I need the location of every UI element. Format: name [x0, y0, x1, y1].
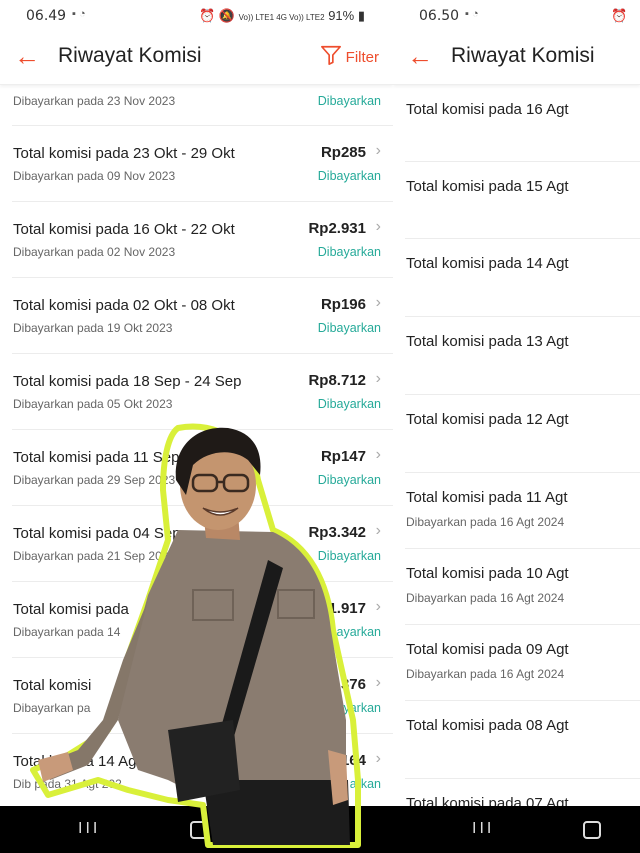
commission-amount: Rp196 — [320, 296, 366, 313]
status-bar: 06.50 ▪ ◔ ⏰ — [393, 0, 640, 32]
commission-list: Total komisi pada 16 Agt Total komisi pa… — [405, 85, 640, 850]
app-bar: ← Riwayat Komisi Filter — [0, 32, 393, 85]
commission-amount: Rp2.931 — [308, 220, 366, 237]
alarm-icon: ⏰ — [611, 8, 628, 23]
commission-row[interactable]: Total komisi pada 08 Agt — [405, 701, 640, 779]
commission-row[interactable]: Total komisi pada 18 Sep - 24 Sep Dibaya… — [12, 354, 393, 430]
filter-label: Filter — [345, 49, 379, 66]
commission-row[interactable]: Total komisi pada 12 Agt — [405, 395, 640, 473]
page-title: Riwayat Komisi — [58, 44, 202, 67]
commission-row[interactable]: Total komisi pada 23 Okt - 29 Okt Dibaya… — [12, 126, 393, 202]
chevron-right-icon: › — [375, 294, 381, 311]
person-photo-cutout — [30, 423, 361, 848]
status-badge: Dibayarkan — [317, 321, 381, 335]
commission-row[interactable]: Total komisi pada 11 Agt Dibayarkan pada… — [405, 473, 640, 549]
commission-row[interactable]: Total komisi pada 09 Agt Dibayarkan pada… — [405, 625, 640, 701]
mute-icon: 🔕 — [218, 8, 235, 23]
commission-row[interactable]: Total komisi pada 13 Agt — [405, 317, 640, 395]
payment-date: Dibayarkan pada 16 Agt 2024 — [406, 515, 565, 529]
commission-period: Total komisi pada 11 Agt — [406, 489, 568, 506]
chevron-right-icon: › — [375, 370, 381, 387]
commission-period: Total komisi pada 12 Agt — [406, 411, 569, 428]
commission-row[interactable]: Total komisi pada 02 Okt - 08 Okt Dibaya… — [12, 278, 393, 354]
commission-amount: Rp285 — [320, 144, 366, 161]
back-arrow-icon[interactable]: ← — [14, 42, 40, 70]
payment-date: Dibayarkan pada 16 Agt 2024 — [406, 591, 565, 605]
filter-icon — [320, 45, 341, 65]
payment-date: Dibayarkan pada 19 Okt 2023 — [13, 321, 173, 335]
commission-period: Total komisi pada 10 Agt — [406, 565, 569, 582]
commission-period: Total komisi pada 02 Okt - 08 Okt — [13, 297, 235, 314]
notification-icons: ▪ ◔ — [72, 8, 86, 20]
status-bar: 06.49 ▪ ◔ ⏰ 🔕 Vo)) LTE1 4G Vo)) LTE2 91%… — [0, 0, 393, 32]
commission-row[interactable]: Total komisi pada 16 Agt — [405, 85, 640, 162]
battery-level: 91% — [328, 8, 355, 23]
payment-date: Dibayarkan pada 16 Agt 2024 — [406, 667, 565, 681]
payment-date: Dibayarkan pada 23 Nov 2023 — [13, 94, 176, 108]
battery-icon: ▮ — [357, 8, 365, 23]
commission-period: Total komisi pada 14 Agt — [406, 255, 569, 272]
status-badge: Dibayarkan — [317, 94, 381, 108]
status-badge: Dibayarkan — [317, 397, 381, 411]
commission-period: Total komisi pada 18 Sep - 24 Sep — [13, 373, 242, 390]
commission-row[interactable]: Total komisi pada 14 Agt — [405, 239, 640, 317]
status-badge: Dibayarkan — [317, 169, 381, 183]
right-screen: 06.50 ▪ ◔ ⏰ ← Riwayat Komisi Total komis… — [393, 0, 640, 853]
status-time: 06.49 — [26, 8, 67, 24]
back-arrow-icon[interactable]: ← — [407, 42, 433, 70]
payment-date: Dibayarkan pada 09 Nov 2023 — [13, 169, 176, 183]
commission-amount: Rp8.712 — [308, 372, 366, 389]
status-right: ⏰ 🔕 Vo)) LTE1 4G Vo)) LTE2 91% ▮ — [199, 8, 365, 24]
status-badge: Dibayarkan — [317, 245, 381, 259]
page-title: Riwayat Komisi — [451, 44, 595, 67]
alarm-icon: ⏰ — [198, 8, 216, 23]
commission-period: Total komisi pada 08 Agt — [406, 717, 569, 734]
filter-button[interactable]: Filter — [320, 44, 379, 66]
commission-row[interactable]: Total komisi pada 15 Agt — [405, 162, 640, 239]
system-nav-bar: III — [393, 806, 640, 853]
payment-date: Dibayarkan pada 02 Nov 2023 — [13, 245, 176, 259]
payment-date: Dibayarkan pada 05 Okt 2023 — [13, 397, 173, 411]
commission-period: Total komisi pada 15 Agt — [406, 178, 569, 195]
home-icon[interactable] — [583, 821, 601, 839]
recents-icon[interactable]: III — [472, 820, 494, 838]
commission-period: Total komisi pada 13 Agt — [406, 333, 569, 350]
commission-period: Total komisi pada 23 Okt - 29 Okt — [13, 145, 235, 162]
commission-row[interactable]: Dibayarkan pada 23 Nov 2023 Dibayarkan — [12, 85, 393, 126]
commission-row[interactable]: Total komisi pada 10 Agt Dibayarkan pada… — [405, 549, 640, 625]
chevron-right-icon: › — [375, 218, 381, 235]
signal-label: Vo)) LTE1 4G Vo)) LTE2 — [238, 13, 325, 22]
notification-icons: ▪ ◔ — [465, 8, 479, 20]
status-time: 06.50 — [419, 8, 460, 24]
commission-period: Total komisi pada 16 Agt — [406, 101, 569, 118]
commission-row[interactable]: Total komisi pada 16 Okt - 22 Okt Dibaya… — [12, 202, 393, 278]
app-bar: ← Riwayat Komisi — [393, 32, 640, 85]
chevron-right-icon: › — [375, 142, 381, 159]
commission-period: Total komisi pada 16 Okt - 22 Okt — [13, 221, 235, 238]
commission-period: Total komisi pada 09 Agt — [406, 641, 569, 658]
